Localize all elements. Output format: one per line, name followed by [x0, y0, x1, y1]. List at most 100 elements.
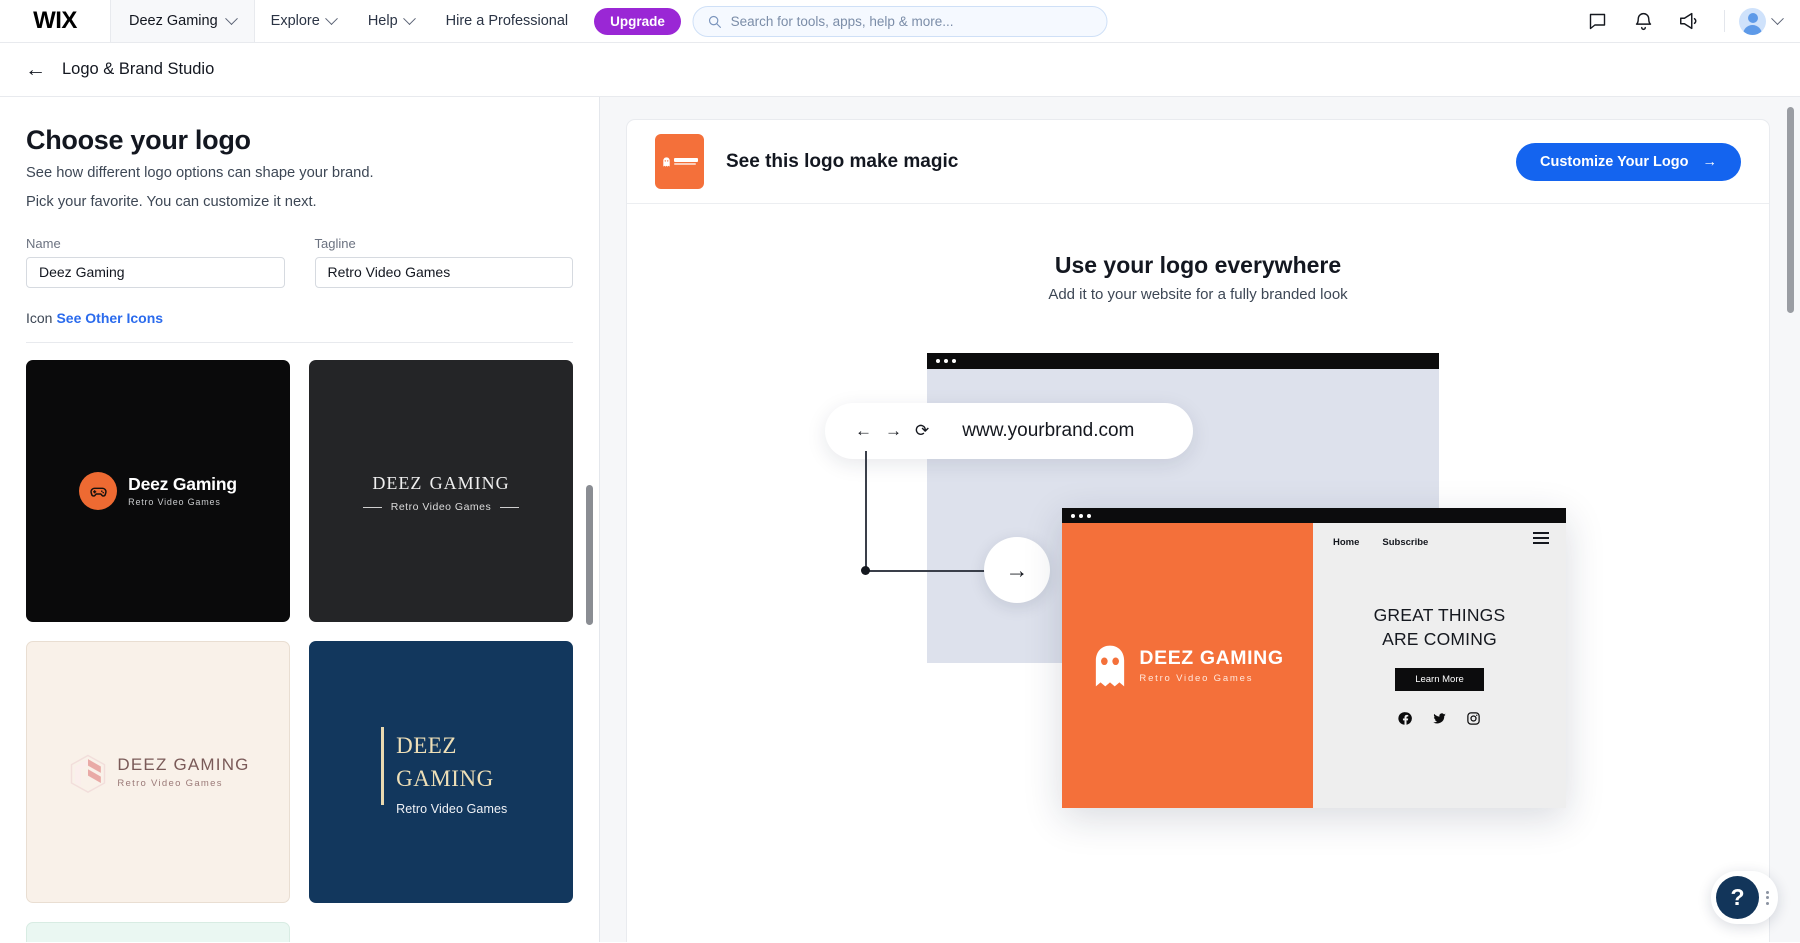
- instagram-icon[interactable]: [1466, 711, 1481, 731]
- logo-tagline-1: Retro Video Games: [128, 497, 221, 508]
- top-navigation-bar: WIX Deez Gaming Explore Help Hire a Prof…: [0, 0, 1800, 43]
- twitter-icon[interactable]: [1432, 711, 1447, 731]
- kebab-dot: [1766, 901, 1769, 905]
- kebab-dot: [1766, 896, 1769, 899]
- preview-heading: Use your logo everywhere: [1054, 252, 1342, 278]
- nav-explore[interactable]: Explore: [255, 0, 352, 42]
- logo-card-3[interactable]: DEEZ GAMING Retro Video Games: [26, 640, 290, 903]
- logo-card-4[interactable]: Deez Gaming Retro Video Games: [309, 640, 573, 903]
- chat-icon[interactable]: [1576, 0, 1618, 42]
- mockup-brand-panel: DEEZ GAMING Retro Video Games: [1062, 523, 1313, 808]
- search-input[interactable]: [730, 14, 1093, 29]
- reload-icon[interactable]: ⟳: [915, 421, 929, 441]
- gamepad-glyph: [90, 487, 107, 497]
- window-dot: [944, 359, 948, 363]
- logo-lockup-3: DEEZ GAMING Retro Video Games: [66, 750, 249, 794]
- thumbnail-wordmark: [673, 158, 698, 165]
- logo-card-2[interactable]: Deez Gaming Retro Video Games: [309, 359, 573, 622]
- site-selector[interactable]: Deez Gaming: [110, 0, 255, 42]
- global-search: [692, 6, 1108, 37]
- ghost-icon: [1096, 645, 1125, 686]
- connector-line-horizontal: [865, 570, 987, 572]
- name-input[interactable]: [26, 256, 285, 288]
- mockup-stage: ← → ⟳ www.yourbrand.com → DEEZ GAMING Re…: [627, 343, 1769, 903]
- logo-card-1[interactable]: Deez Gaming Retro Video Games: [26, 359, 290, 622]
- chat-bubble-glyph: [1589, 13, 1605, 29]
- hamburger-icon[interactable]: [1533, 532, 1549, 544]
- mockup-nav-home[interactable]: Home: [1333, 537, 1359, 548]
- see-other-icons-link[interactable]: See Other Icons: [56, 310, 163, 326]
- mockup-titlebar: [1062, 508, 1566, 523]
- search-icon: [708, 15, 722, 28]
- panel-subtext-2: Pick your favorite. You can customize it…: [26, 193, 317, 210]
- nav-help[interactable]: Help: [352, 0, 430, 42]
- back-icon[interactable]: ←: [855, 421, 872, 441]
- nav-help-label: Help: [367, 13, 398, 29]
- logo-tagline-row-2: Retro Video Games: [362, 501, 520, 513]
- logo-text-4: Deez Gaming Retro Video Games: [396, 727, 507, 817]
- thumbnail-tagline-bar: [673, 163, 696, 165]
- mockup-learn-more-button[interactable]: Learn More: [1395, 668, 1484, 692]
- facebook-icon[interactable]: [1398, 711, 1413, 731]
- customize-your-logo-button[interactable]: Customize Your Logo →: [1516, 142, 1741, 181]
- help-button[interactable]: ?: [1716, 876, 1759, 919]
- thumbnail-name-bar: [673, 158, 698, 162]
- mockup-logo-lockup: DEEZ GAMING Retro Video Games: [1091, 644, 1283, 688]
- logo-text-1: Deez Gaming Retro Video Games: [128, 474, 237, 507]
- hex-cube-icon: [71, 754, 106, 793]
- left-panel-scrollbar[interactable]: [586, 485, 593, 625]
- next-arrow-button[interactable]: →: [984, 537, 1050, 603]
- page-subheader: ← Logo & Brand Studio: [0, 43, 1800, 97]
- page-body: Choose your logo See how different logo …: [0, 97, 1800, 942]
- connector-line-vertical: [865, 451, 867, 571]
- website-mockup: DEEZ GAMING Retro Video Games Home Subsc…: [1062, 508, 1566, 808]
- name-field-group: Name: [26, 236, 285, 288]
- gamepad-icon: [79, 471, 118, 510]
- chevron-down-icon: [324, 11, 338, 25]
- facebook-glyph: [1398, 712, 1412, 725]
- logo-preview-panel: See this logo make magic Customize Your …: [600, 97, 1800, 942]
- kebab-menu-icon[interactable]: [1761, 890, 1774, 905]
- mockup-body: DEEZ GAMING Retro Video Games Home Subsc…: [1062, 523, 1566, 808]
- chevron-down-icon: [1771, 11, 1784, 25]
- mockup-logo-tagline: Retro Video Games: [1139, 673, 1254, 684]
- search-box[interactable]: [692, 6, 1108, 37]
- wix-logo[interactable]: WIX: [0, 0, 110, 42]
- tagline-input[interactable]: [314, 256, 573, 288]
- window-dot: [936, 359, 940, 363]
- back-arrow-icon[interactable]: ←: [25, 59, 46, 80]
- help-widget: ?: [1711, 871, 1778, 924]
- chevron-down-icon: [402, 11, 416, 25]
- url-text: www.yourbrand.com: [962, 420, 1135, 441]
- tagline-field-label: Tagline: [314, 235, 356, 251]
- window-dot: [1087, 513, 1091, 518]
- mockup-hero-line1: GREAT THINGS: [1373, 605, 1506, 625]
- megaphone-icon[interactable]: [1668, 0, 1710, 42]
- dash-left: [362, 506, 382, 508]
- instagram-glyph: [1467, 712, 1480, 726]
- upgrade-button[interactable]: Upgrade: [594, 7, 681, 35]
- chevron-down-icon: [224, 11, 238, 25]
- mockup-nav-subscribe[interactable]: Subscribe: [1382, 537, 1428, 548]
- mockup-hero-line2: ARE COMING: [1382, 629, 1497, 650]
- accent-bar: [380, 727, 385, 806]
- connector-dot: [861, 566, 870, 575]
- arrow-right-icon: →: [1702, 153, 1718, 170]
- account-menu[interactable]: [1739, 7, 1784, 35]
- window-dot: [952, 359, 956, 363]
- right-panel-scrollbar[interactable]: [1787, 107, 1794, 313]
- mockup-social-links: [1313, 711, 1566, 731]
- nav-hire-a-professional[interactable]: Hire a Professional: [430, 0, 585, 42]
- logo-cards-grid: Deez Gaming Retro Video Games Deez Gamin…: [0, 343, 599, 942]
- site-selector-label: Deez Gaming: [129, 13, 218, 29]
- window-dot: [1071, 513, 1075, 518]
- forward-icon[interactable]: →: [885, 421, 902, 441]
- bell-icon[interactable]: [1622, 0, 1664, 42]
- name-field-label: Name: [26, 235, 61, 251]
- logo-card-5[interactable]: [26, 921, 290, 942]
- hamburger-line: [1533, 532, 1549, 534]
- mockup-hero: GREAT THINGS ARE COMING Learn More: [1313, 603, 1566, 731]
- url-bar[interactable]: ← → ⟳ www.yourbrand.com: [825, 403, 1193, 459]
- logo-lockup-2: Deez Gaming Retro Video Games: [362, 468, 520, 513]
- nav-hire-label: Hire a Professional: [445, 13, 569, 29]
